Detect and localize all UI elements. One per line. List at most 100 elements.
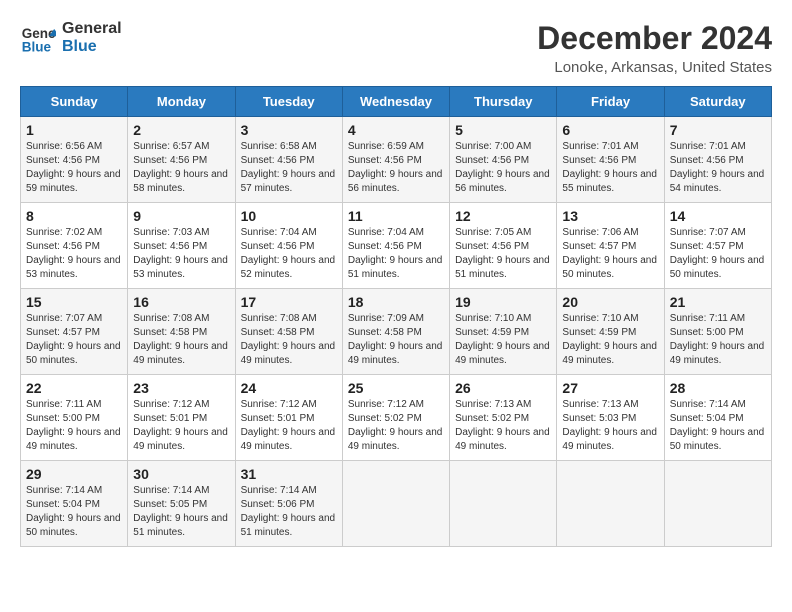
table-row: 21 Sunrise: 7:11 AM Sunset: 5:00 PM Dayl… (664, 289, 771, 375)
day-number: 9 (133, 208, 229, 224)
header: General Blue General Blue December 2024 … (20, 20, 772, 76)
header-sunday: Sunday (21, 87, 128, 117)
day-info: Sunrise: 6:58 AM Sunset: 4:56 PM Dayligh… (241, 140, 337, 196)
day-number: 26 (455, 380, 551, 396)
table-row: 20 Sunrise: 7:10 AM Sunset: 4:59 PM Dayl… (557, 289, 664, 375)
day-number: 10 (241, 208, 337, 224)
day-number: 13 (562, 208, 658, 224)
day-number: 23 (133, 380, 229, 396)
day-number: 22 (26, 380, 122, 396)
calendar-week-row: 29 Sunrise: 7:14 AM Sunset: 5:04 PM Dayl… (21, 461, 772, 547)
day-number: 15 (26, 294, 122, 310)
calendar-table: Sunday Monday Tuesday Wednesday Thursday… (20, 86, 772, 547)
day-info: Sunrise: 7:04 AM Sunset: 4:56 PM Dayligh… (241, 226, 337, 282)
table-row: 13 Sunrise: 7:06 AM Sunset: 4:57 PM Dayl… (557, 203, 664, 289)
table-row: 26 Sunrise: 7:13 AM Sunset: 5:02 PM Dayl… (450, 375, 557, 461)
logo-text-blue: Blue (62, 38, 122, 56)
header-monday: Monday (128, 87, 235, 117)
calendar-week-row: 22 Sunrise: 7:11 AM Sunset: 5:00 PM Dayl… (21, 375, 772, 461)
table-row: 19 Sunrise: 7:10 AM Sunset: 4:59 PM Dayl… (450, 289, 557, 375)
header-wednesday: Wednesday (342, 87, 449, 117)
day-number: 6 (562, 122, 658, 138)
table-row: 22 Sunrise: 7:11 AM Sunset: 5:00 PM Dayl… (21, 375, 128, 461)
day-info: Sunrise: 6:57 AM Sunset: 4:56 PM Dayligh… (133, 140, 229, 196)
table-row: 29 Sunrise: 7:14 AM Sunset: 5:04 PM Dayl… (21, 461, 128, 547)
day-info: Sunrise: 7:01 AM Sunset: 4:56 PM Dayligh… (562, 140, 658, 196)
table-row: 9 Sunrise: 7:03 AM Sunset: 4:56 PM Dayli… (128, 203, 235, 289)
day-number: 11 (348, 208, 444, 224)
day-info: Sunrise: 7:10 AM Sunset: 4:59 PM Dayligh… (455, 312, 551, 368)
day-number: 30 (133, 466, 229, 482)
table-row: 7 Sunrise: 7:01 AM Sunset: 4:56 PM Dayli… (664, 117, 771, 203)
day-info: Sunrise: 7:14 AM Sunset: 5:05 PM Dayligh… (133, 484, 229, 540)
table-row (557, 461, 664, 547)
header-friday: Friday (557, 87, 664, 117)
day-info: Sunrise: 6:59 AM Sunset: 4:56 PM Dayligh… (348, 140, 444, 196)
table-row: 16 Sunrise: 7:08 AM Sunset: 4:58 PM Dayl… (128, 289, 235, 375)
day-number: 2 (133, 122, 229, 138)
table-row: 11 Sunrise: 7:04 AM Sunset: 4:56 PM Dayl… (342, 203, 449, 289)
table-row (342, 461, 449, 547)
day-info: Sunrise: 7:08 AM Sunset: 4:58 PM Dayligh… (133, 312, 229, 368)
day-number: 7 (670, 122, 766, 138)
day-number: 16 (133, 294, 229, 310)
day-info: Sunrise: 7:12 AM Sunset: 5:01 PM Dayligh… (241, 398, 337, 454)
day-info: Sunrise: 7:14 AM Sunset: 5:06 PM Dayligh… (241, 484, 337, 540)
table-row: 14 Sunrise: 7:07 AM Sunset: 4:57 PM Dayl… (664, 203, 771, 289)
table-row: 6 Sunrise: 7:01 AM Sunset: 4:56 PM Dayli… (557, 117, 664, 203)
day-info: Sunrise: 7:13 AM Sunset: 5:02 PM Dayligh… (455, 398, 551, 454)
day-number: 3 (241, 122, 337, 138)
day-info: Sunrise: 7:11 AM Sunset: 5:00 PM Dayligh… (26, 398, 122, 454)
weekday-header-row: Sunday Monday Tuesday Wednesday Thursday… (21, 87, 772, 117)
header-saturday: Saturday (664, 87, 771, 117)
day-info: Sunrise: 7:01 AM Sunset: 4:56 PM Dayligh… (670, 140, 766, 196)
svg-text:Blue: Blue (22, 40, 52, 55)
day-info: Sunrise: 7:11 AM Sunset: 5:00 PM Dayligh… (670, 312, 766, 368)
logo-text-general: General (62, 20, 122, 38)
day-number: 25 (348, 380, 444, 396)
day-info: Sunrise: 7:07 AM Sunset: 4:57 PM Dayligh… (670, 226, 766, 282)
table-row: 30 Sunrise: 7:14 AM Sunset: 5:05 PM Dayl… (128, 461, 235, 547)
day-number: 17 (241, 294, 337, 310)
table-row: 8 Sunrise: 7:02 AM Sunset: 4:56 PM Dayli… (21, 203, 128, 289)
calendar-week-row: 8 Sunrise: 7:02 AM Sunset: 4:56 PM Dayli… (21, 203, 772, 289)
table-row: 3 Sunrise: 6:58 AM Sunset: 4:56 PM Dayli… (235, 117, 342, 203)
day-info: Sunrise: 7:02 AM Sunset: 4:56 PM Dayligh… (26, 226, 122, 282)
table-row: 1 Sunrise: 6:56 AM Sunset: 4:56 PM Dayli… (21, 117, 128, 203)
day-number: 4 (348, 122, 444, 138)
day-number: 5 (455, 122, 551, 138)
day-info: Sunrise: 7:07 AM Sunset: 4:57 PM Dayligh… (26, 312, 122, 368)
table-row: 2 Sunrise: 6:57 AM Sunset: 4:56 PM Dayli… (128, 117, 235, 203)
day-number: 21 (670, 294, 766, 310)
table-row: 28 Sunrise: 7:14 AM Sunset: 5:04 PM Dayl… (664, 375, 771, 461)
table-row: 17 Sunrise: 7:08 AM Sunset: 4:58 PM Dayl… (235, 289, 342, 375)
table-row: 12 Sunrise: 7:05 AM Sunset: 4:56 PM Dayl… (450, 203, 557, 289)
day-number: 20 (562, 294, 658, 310)
calendar-subtitle: Lonoke, Arkansas, United States (537, 59, 772, 76)
table-row: 18 Sunrise: 7:09 AM Sunset: 4:58 PM Dayl… (342, 289, 449, 375)
day-info: Sunrise: 7:08 AM Sunset: 4:58 PM Dayligh… (241, 312, 337, 368)
day-info: Sunrise: 7:12 AM Sunset: 5:02 PM Dayligh… (348, 398, 444, 454)
logo-icon: General Blue (20, 20, 56, 56)
table-row (450, 461, 557, 547)
table-row: 15 Sunrise: 7:07 AM Sunset: 4:57 PM Dayl… (21, 289, 128, 375)
day-info: Sunrise: 7:12 AM Sunset: 5:01 PM Dayligh… (133, 398, 229, 454)
header-thursday: Thursday (450, 87, 557, 117)
table-row: 24 Sunrise: 7:12 AM Sunset: 5:01 PM Dayl… (235, 375, 342, 461)
day-number: 8 (26, 208, 122, 224)
day-number: 31 (241, 466, 337, 482)
day-info: Sunrise: 7:09 AM Sunset: 4:58 PM Dayligh… (348, 312, 444, 368)
day-info: Sunrise: 7:14 AM Sunset: 5:04 PM Dayligh… (26, 484, 122, 540)
table-row (664, 461, 771, 547)
day-number: 14 (670, 208, 766, 224)
day-info: Sunrise: 7:00 AM Sunset: 4:56 PM Dayligh… (455, 140, 551, 196)
table-row: 23 Sunrise: 7:12 AM Sunset: 5:01 PM Dayl… (128, 375, 235, 461)
calendar-week-row: 15 Sunrise: 7:07 AM Sunset: 4:57 PM Dayl… (21, 289, 772, 375)
logo: General Blue General Blue (20, 20, 122, 56)
table-row: 25 Sunrise: 7:12 AM Sunset: 5:02 PM Dayl… (342, 375, 449, 461)
day-info: Sunrise: 7:05 AM Sunset: 4:56 PM Dayligh… (455, 226, 551, 282)
day-number: 27 (562, 380, 658, 396)
day-number: 29 (26, 466, 122, 482)
day-info: Sunrise: 6:56 AM Sunset: 4:56 PM Dayligh… (26, 140, 122, 196)
day-number: 19 (455, 294, 551, 310)
